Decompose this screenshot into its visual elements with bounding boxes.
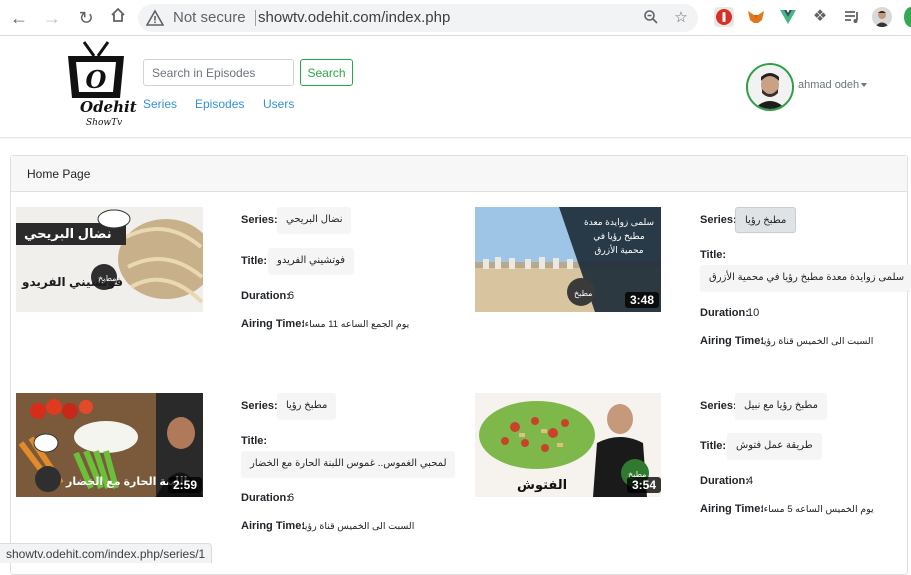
title-label: Title: — [700, 440, 727, 452]
forward-icon[interactable]: → — [40, 6, 64, 30]
sync-status-icon[interactable] — [904, 7, 911, 27]
duration-value: 6 — [288, 290, 295, 302]
back-icon[interactable]: ← — [7, 6, 31, 30]
media-playlist-icon[interactable] — [842, 7, 862, 27]
duration-label: Duration: — [700, 307, 749, 319]
svg-text:O: O — [86, 65, 107, 94]
title-badge[interactable]: فوتشيني الفريدو — [268, 248, 355, 274]
airing-time-value: يوم الجمع الساعه 11 مساءا — [302, 319, 410, 330]
svg-text:مطبخ: مطبخ — [574, 289, 592, 298]
thumbnail-caption: فوتشيني الفريدو — [22, 275, 123, 289]
browser-toolbar: ← → ↻ Not secure showtv.odehit.com/index… — [0, 0, 911, 36]
series-badge[interactable]: مطبخ رؤيا — [277, 393, 337, 419]
duration-value: 6 — [288, 492, 295, 504]
home-icon[interactable] — [106, 6, 130, 30]
user-menu-toggle[interactable]: ahmad odeh — [798, 79, 859, 91]
episode-thumbnail-1[interactable]: مطبخ نضال البريحي فوتشيني الفريدو — [16, 207, 203, 312]
url-text[interactable]: showtv.odehit.com/index.php — [258, 9, 450, 26]
title-label: Title: — [241, 255, 268, 267]
series-badge[interactable]: نضال البريحي — [277, 207, 352, 233]
nav-users-link[interactable]: Users — [263, 97, 294, 111]
user-avatar[interactable] — [746, 63, 794, 111]
address-bar[interactable]: Not secure showtv.odehit.com/index.php ☆ — [138, 4, 698, 32]
bookmark-star-icon[interactable]: ☆ — [672, 9, 690, 27]
warning-icon — [146, 9, 164, 26]
security-label[interactable]: Not secure — [173, 9, 246, 26]
nav-series-link[interactable]: Series — [143, 97, 177, 111]
duration-label: Duration: — [241, 492, 290, 504]
video-duration-badge: 2:59 — [168, 477, 203, 493]
search-button[interactable]: Search — [300, 59, 353, 86]
title-badge[interactable]: طريقة عمل فتوش — [727, 433, 822, 459]
reload-icon[interactable]: ↻ — [74, 6, 98, 30]
extensions-puzzle-icon[interactable]: ❖ — [810, 7, 830, 27]
duration-label: Duration: — [241, 290, 290, 302]
series-label: Series: — [700, 400, 737, 412]
airing-time-label: Airing Time: — [700, 335, 764, 347]
airing-time-label: Airing Time: — [241, 520, 305, 532]
video-duration-badge: 3:54 — [627, 477, 661, 493]
series-badge[interactable]: مطبخ رؤيا مع نبيل — [735, 393, 827, 419]
episode-thumbnail-4[interactable]: مطبخ الفتوش 3:54 — [475, 393, 661, 497]
adblock-extension-icon[interactable] — [714, 7, 734, 27]
title-label: Title: — [700, 249, 727, 261]
card-header: Home Page — [11, 156, 907, 192]
airing-time-label: Airing Time: — [241, 318, 305, 330]
title-badge[interactable]: سلمى زوايدة معدة مطبخ رؤيا في محمية الأز… — [700, 265, 911, 291]
profile-avatar-icon[interactable] — [872, 7, 892, 27]
thumbnail-caption: الفتوش — [517, 477, 568, 492]
metamask-extension-icon[interactable] — [746, 7, 766, 27]
airing-time-value: يوم الخميس الساعه 5 مساءا — [761, 504, 874, 515]
video-duration-badge: 3:48 — [625, 292, 660, 308]
link-status-bar: showtv.odehit.com/index.php/series/1 — [0, 543, 213, 563]
thumbnail-banner: نضال البريحي — [24, 226, 112, 241]
zoom-icon[interactable] — [642, 9, 660, 27]
airing-time-value: السبت الى الخميس قناة رؤيا — [302, 521, 415, 532]
duration-value: 4 — [747, 475, 754, 487]
chevron-down-icon[interactable] — [861, 83, 867, 87]
episode-thumbnail-3[interactable]: اللبنة الحارة مع الخضار 2:59 — [16, 393, 203, 497]
title-label: Title: — [241, 435, 268, 447]
airing-time-label: Airing Time: — [700, 503, 764, 515]
logo-wordmark: Odehit — [80, 98, 137, 116]
divider — [255, 10, 256, 26]
title-badge[interactable]: لمحبي الغموس.. غموس اللبنة الحارة مع الخ… — [241, 451, 456, 477]
logo-subtitle: ShowTv — [86, 118, 123, 128]
vue-extension-icon[interactable] — [778, 7, 798, 27]
search-input[interactable] — [143, 59, 294, 86]
series-label: Series: — [241, 400, 278, 412]
series-badge[interactable]: مطبخ رؤيا — [735, 207, 797, 233]
nav-episodes-link[interactable]: Episodes — [195, 97, 244, 111]
thumbnail-caption: سلمى زوايدة معدة مطبخ رؤيا في محمية الأز… — [584, 217, 654, 255]
episode-thumbnail-2[interactable]: مطبخ سلمى زوايدة معدة مطبخ رؤيا في محمية… — [475, 207, 661, 312]
duration-value: 10 — [747, 307, 760, 319]
series-label: Series: — [241, 214, 278, 226]
duration-label: Duration: — [700, 475, 749, 487]
series-label: Series: — [700, 214, 737, 226]
airing-time-value: السبت الى الخميس قناة رؤيا — [761, 336, 874, 347]
